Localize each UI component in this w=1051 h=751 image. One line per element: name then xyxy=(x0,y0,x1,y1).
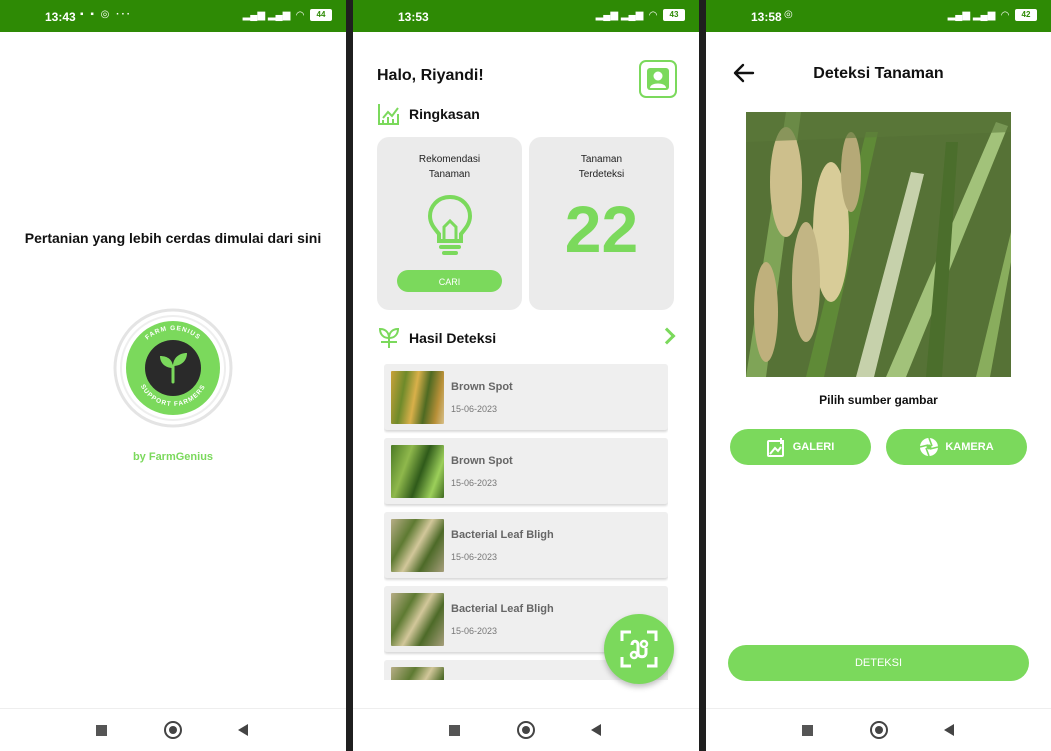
wifi-icon: ◠ xyxy=(1001,9,1009,21)
recents-icon[interactable] xyxy=(802,725,813,736)
signal-icon: ▂▄▆ ▂▄▆ xyxy=(947,9,996,21)
scan-fab-button[interactable] xyxy=(604,614,674,684)
status-right: ▂▄▆ ▂▄▆ ◠ 42 xyxy=(948,9,1037,21)
summary-title: Ringkasan xyxy=(409,106,480,122)
camera-label: KAMERA xyxy=(945,441,994,453)
results-title: Hasil Deteksi xyxy=(409,330,497,346)
status-bar: 13:53 ▂▄▆ ▂▄▆ ◠ 43 xyxy=(353,0,699,32)
status-time: 13:43 xyxy=(45,10,76,24)
detection-date: 15-06-2023 xyxy=(451,626,498,636)
home-screen: 13:53 ▂▄▆ ▂▄▆ ◠ 43 Halo, Riyandi! Ringka… xyxy=(353,0,699,751)
signal-icon: ▂▄▆ ▂▄▆ xyxy=(242,9,291,21)
source-label: Pilih sumber gambar xyxy=(819,393,938,407)
plant-image xyxy=(746,112,1011,377)
page-title: Deteksi Tanaman xyxy=(813,65,944,82)
system-nav-bar xyxy=(353,708,699,751)
disease-name: Bacterial Leaf Bligh xyxy=(451,603,554,615)
battery-icon: 44 xyxy=(310,9,332,21)
lightbulb-icon xyxy=(427,194,473,255)
status-right: ▂▄▆ ▂▄▆ ◠ 43 xyxy=(596,9,685,21)
splash-screen: 13:43 ▪ ▪ ◎ ··· ▂▄▆ ▂▄▆ ◠ 44 Pertanian y… xyxy=(0,0,346,751)
detected-count: 22 xyxy=(564,192,639,266)
chevron-right-icon[interactable] xyxy=(658,327,676,345)
plant-thumbnail xyxy=(391,667,444,680)
wifi-icon: ◠ xyxy=(296,9,304,21)
scan-icon xyxy=(620,630,658,668)
tagline: Pertanian yang lebih cerdas dimulai dari… xyxy=(24,230,322,246)
plant-thumbnail xyxy=(391,445,444,498)
chart-icon xyxy=(378,104,399,125)
status-bar: 13:43 ▪ ▪ ◎ ··· ▂▄▆ ▂▄▆ ◠ 44 xyxy=(0,0,346,32)
profile-button[interactable] xyxy=(639,60,677,98)
status-time: 13:53 xyxy=(398,10,429,24)
battery-icon: 43 xyxy=(663,9,685,21)
detected-card: Tanaman Terdeteksi 22 xyxy=(529,137,674,310)
home-icon[interactable] xyxy=(517,721,535,739)
gallery-label: GALERI xyxy=(792,441,835,453)
recommend-label: Rekomendasi Tanaman xyxy=(418,154,481,180)
farmgenius-logo: FARM GENIUS SUPPORT FARMERS xyxy=(113,308,233,428)
detect-button[interactable]: DETEKSI xyxy=(728,645,1029,681)
plant-thumbnail xyxy=(391,593,444,646)
detection-date: 15-06-2023 xyxy=(451,404,498,414)
status-right: ▂▄▆ ▂▄▆ ◠ 44 xyxy=(243,9,332,21)
recommend-card: Rekomendasi Tanaman CARI xyxy=(377,137,522,310)
disease-name: Brown Spot xyxy=(451,455,513,467)
notification-icons: ▪ ▪ ◎ ··· xyxy=(80,9,133,20)
by-farmgenius: by FarmGenius xyxy=(132,451,214,463)
detection-date: 15-06-2023 xyxy=(451,478,498,488)
camera-button[interactable]: KAMERA xyxy=(886,429,1027,465)
list-item[interactable]: Bacterial Leaf Bligh 15-06-2023 xyxy=(384,512,668,578)
detected-label: Tanaman Terdeteksi xyxy=(578,154,625,180)
detection-date: 15-06-2023 xyxy=(451,552,498,562)
plant-thumbnail xyxy=(391,519,444,572)
camera-aperture-icon xyxy=(920,437,939,457)
gallery-icon xyxy=(766,438,784,457)
plant-detect-icon xyxy=(378,327,400,348)
search-recommendation-button[interactable]: CARI xyxy=(397,270,502,292)
back-nav-icon[interactable] xyxy=(944,724,954,736)
list-item[interactable]: Brown Spot 15-06-2023 xyxy=(384,438,668,504)
back-nav-icon[interactable] xyxy=(238,724,248,736)
list-item[interactable]: Brown Spot 15-06-2023 xyxy=(384,364,668,430)
wifi-icon: ◠ xyxy=(649,9,657,21)
status-bar: 13:58 ◎ ▂▄▆ ▂▄▆ ◠ 42 xyxy=(706,0,1051,32)
system-nav-bar xyxy=(0,708,346,751)
disease-name: Bacterial Leaf Bligh xyxy=(451,529,554,541)
home-icon[interactable] xyxy=(164,721,182,739)
signal-icon: ▂▄▆ ▂▄▆ xyxy=(595,9,644,21)
plant-thumbnail xyxy=(391,371,444,424)
back-nav-icon[interactable] xyxy=(591,724,601,736)
recents-icon[interactable] xyxy=(96,725,107,736)
status-time: 13:58 xyxy=(751,10,782,24)
whatsapp-icon: ◎ xyxy=(784,9,795,20)
system-nav-bar xyxy=(706,708,1051,751)
gallery-button[interactable]: GALERI xyxy=(730,429,871,465)
user-icon xyxy=(647,68,669,90)
greeting: Halo, Riyandi! xyxy=(377,67,484,84)
recents-icon[interactable] xyxy=(449,725,460,736)
disease-name: Brown Spot xyxy=(451,381,513,393)
battery-icon: 42 xyxy=(1015,9,1037,21)
detect-screen: 13:58 ◎ ▂▄▆ ▂▄▆ ◠ 42 Deteksi Tanaman Pil… xyxy=(706,0,1051,751)
home-icon[interactable] xyxy=(870,721,888,739)
